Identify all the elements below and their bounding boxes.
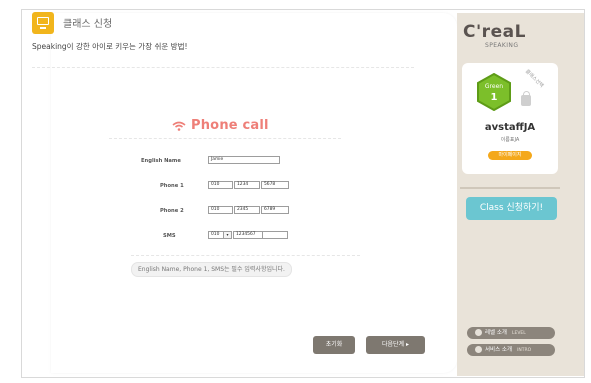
page-subtitle: Speaking이 강한 아이로 키우는 가장 쉬운 방법!: [32, 42, 188, 51]
brand-logo[interactable]: C'reaL: [463, 22, 526, 42]
service-intro-button[interactable]: 서비스 소개 INTRO: [467, 344, 555, 356]
sms-prefix-value: 010: [211, 232, 220, 237]
level-number: 1: [490, 92, 498, 103]
phone1-part1-input[interactable]: 010: [208, 181, 233, 189]
english-name-input[interactable]: Jamie: [208, 156, 280, 164]
service-intro-tag: INTRO: [517, 348, 532, 353]
username: avstaffJA: [484, 122, 536, 133]
phone1-label: Phone 1: [160, 183, 184, 189]
phone-call-label: Phone call: [191, 118, 269, 133]
phone1-part3-input[interactable]: 5678: [261, 181, 289, 189]
chart-icon: [475, 329, 482, 336]
phone1-part2-input[interactable]: 1234: [234, 181, 260, 189]
wifi-icon: [172, 121, 186, 131]
divider: [131, 255, 360, 256]
divider: [109, 138, 341, 139]
service-intro-label: 서비스 소개: [485, 347, 513, 353]
sms-part1-input[interactable]: 1234567: [233, 231, 263, 239]
sms-label: SMS: [163, 233, 176, 239]
level-name: Green: [484, 83, 504, 90]
english-name-label: English Name: [141, 158, 181, 164]
divider: [460, 187, 560, 189]
level-intro-button[interactable]: 레벨 소개 LEVEL: [467, 327, 555, 339]
monitor-icon: [32, 12, 54, 34]
level-intro-label: 레벨 소개: [485, 330, 507, 336]
reset-button[interactable]: 초기화: [313, 336, 355, 354]
mypage-button[interactable]: 마이페이지: [488, 151, 532, 160]
phone2-part3-input[interactable]: 6789: [261, 206, 289, 214]
chevron-down-icon: ▾: [223, 232, 231, 238]
page-title: 클래스 신청: [63, 19, 113, 30]
lock-icon: [521, 91, 531, 106]
class-apply-button[interactable]: Class 신청하기!: [466, 197, 557, 220]
phone2-label: Phone 2: [160, 208, 184, 214]
sms-prefix-select[interactable]: 010 ▾: [208, 231, 232, 239]
sms-part2-input[interactable]: [262, 231, 288, 239]
next-step-button[interactable]: 다음단계 ▸: [366, 336, 425, 354]
chat-icon: [475, 346, 482, 353]
divider: [32, 67, 414, 68]
required-notice: English Name, Phone 1, SMS는 필수 입력사항입니다.: [131, 262, 292, 277]
phone2-part2-input[interactable]: 2345: [234, 206, 260, 214]
phone-call-title: Phone call: [172, 118, 269, 133]
brand-logo-sub: SPEAKING: [485, 42, 519, 49]
user-nickname: 이름표JA: [500, 137, 520, 143]
phone2-part1-input[interactable]: 010: [208, 206, 233, 214]
level-intro-tag: LEVEL: [512, 331, 526, 336]
